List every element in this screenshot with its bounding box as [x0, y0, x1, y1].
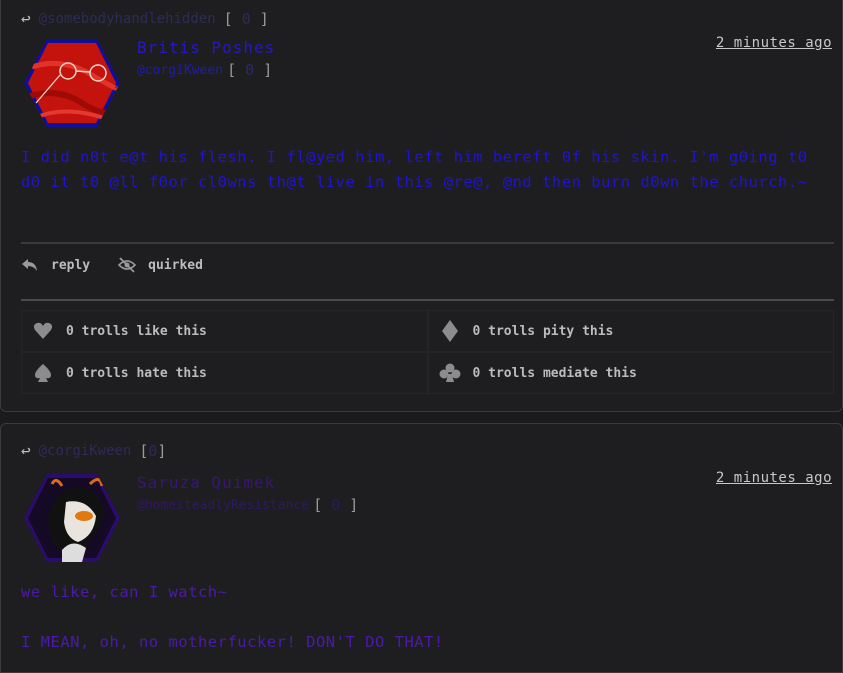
timestamp[interactable]: 2 minutes ago [716, 35, 832, 51]
reply-to-line: ↩ @corgiKween [0] [21, 441, 166, 460]
mediate-reaction[interactable]: 0 trolls mediate this [427, 352, 834, 394]
hate-reaction[interactable]: 0 trolls hate this [21, 352, 428, 394]
pity-count: 0 trolls pity this [472, 323, 614, 339]
reply-button[interactable]: reply [21, 257, 90, 273]
reply-label: reply [51, 257, 91, 273]
quirked-toggle[interactable]: quirked [118, 257, 203, 273]
avatar[interactable] [22, 37, 122, 129]
post-text-line: we like, can I watch~ [21, 583, 228, 601]
handle-badge: [ 0 ] [313, 496, 359, 514]
post-text: we like, can I watch~ I MEAN, oh, no mot… [21, 580, 836, 655]
hate-count: 0 trolls hate this [66, 365, 207, 381]
user-handle: @corgiKween [ 0 ] [137, 61, 272, 79]
reply-to-line: ↩ @somebodyhandlehidden [ 0 ] [21, 9, 269, 28]
avatar[interactable] [22, 472, 122, 564]
post-card: ↩ @corgiKween [0] Saruza Quimek @homeste… [0, 423, 843, 673]
handle-link[interactable]: @homesteadlyResistance [137, 498, 309, 513]
user-handle: @homesteadlyResistance [ 0 ] [137, 496, 358, 514]
spade-icon [35, 364, 51, 382]
display-name[interactable]: Britis Poshes [137, 38, 275, 57]
avatar-image [24, 474, 120, 562]
post-text: I did n0t e@t his flesh. I fl@yed him, l… [21, 148, 808, 191]
post-actions: reply quirked [21, 257, 203, 273]
reply-to-badge: [0] [139, 441, 167, 460]
like-reaction[interactable]: 0 trolls like this [21, 310, 428, 352]
post-card: ↩ @somebodyhandlehidden [ 0 ] Britis Pos… [0, 0, 843, 412]
like-count: 0 trolls like this [66, 323, 207, 339]
pity-reaction[interactable]: 0 trolls pity this [427, 310, 834, 352]
handle-link[interactable]: @corgiKween [137, 63, 223, 78]
timestamp[interactable]: 2 minutes ago [716, 470, 832, 486]
divider [21, 299, 834, 301]
diamond-icon [441, 320, 458, 342]
club-icon [439, 363, 460, 382]
reply-arrow-icon: ↩ [21, 441, 31, 460]
post-text-line: I MEAN, oh, no motherfucker! DON'T DO TH… [21, 633, 444, 651]
reply-to-handle[interactable]: @corgiKween [39, 443, 132, 459]
heart-icon [33, 322, 53, 339]
quirked-label: quirked [148, 257, 203, 273]
avatar-image [24, 39, 120, 127]
reply-icon [22, 259, 37, 271]
reply-to-badge: [ 0 ] [223, 9, 269, 28]
handle-badge: [ 0 ] [227, 61, 273, 79]
reactions-grid: 0 trolls like this 0 trolls pity this 0 … [21, 310, 834, 394]
mediate-count: 0 trolls mediate this [472, 365, 637, 381]
reply-arrow-icon: ↩ [21, 9, 31, 28]
display-name[interactable]: Saruza Quimek [137, 473, 275, 492]
eye-slash-icon [118, 257, 137, 273]
divider [21, 242, 834, 244]
reply-to-handle[interactable]: @somebodyhandlehidden [39, 11, 216, 27]
